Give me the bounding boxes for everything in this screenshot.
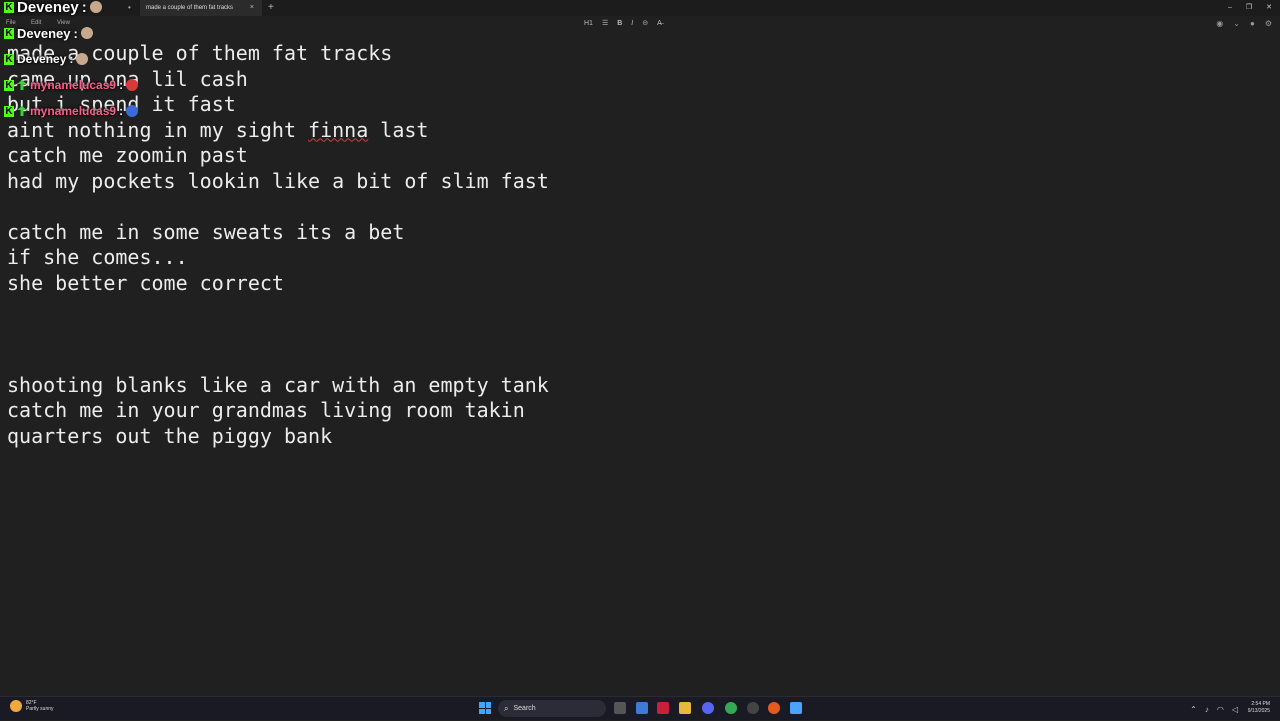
kick-icon: K (4, 27, 14, 39)
kick-icon: K (4, 53, 14, 65)
store-icon[interactable] (636, 702, 648, 714)
kick-icon: K (4, 105, 14, 117)
chat-message: K mynamelucas9 : (4, 74, 139, 96)
chat-message: K mynamelucas9 : (4, 100, 139, 122)
text-line-14: shooting blanks like a car with an empty… (7, 372, 549, 397)
text-line-15: catch me in your grandmas living room ta… (7, 398, 525, 422)
discord-icon[interactable] (702, 702, 714, 714)
text-line-11 (7, 296, 549, 322)
brave-icon[interactable] (768, 702, 780, 714)
wifi-icon[interactable]: ◠ (1217, 705, 1224, 714)
emote-icon (80, 27, 93, 39)
volume-icon[interactable]: ◁ (1232, 705, 1238, 714)
format-toolbar: H1 ☰ B I ⊝ A̶ (584, 16, 662, 32)
chat-username: mynamelucas9 (30, 78, 117, 92)
chat-username: Deveney (17, 25, 71, 41)
chat-colon: : (69, 52, 74, 66)
text-line-10: she better come correct (7, 270, 284, 295)
clock-time: 2:54 PM (1251, 701, 1270, 707)
tab-document[interactable]: made a couple of them fat tracks × (140, 0, 262, 16)
heading-button[interactable]: H1 (584, 16, 593, 32)
chat-username: Deveney (17, 52, 67, 66)
tab-close-icon[interactable]: × (250, 0, 254, 16)
list-icon[interactable]: ☰ (602, 16, 608, 32)
chat-message: K Deveney : (4, 48, 89, 70)
badge-icon (17, 106, 27, 116)
new-tab-button[interactable]: + (268, 0, 274, 16)
sun-icon (10, 700, 22, 712)
mic-icon[interactable]: ♪ (1205, 705, 1209, 714)
text-line-7 (7, 194, 549, 220)
clock-date: 9/13/2025 (1247, 708, 1270, 714)
close-window-button[interactable]: ✕ (1266, 0, 1272, 16)
chat-colon: : (119, 104, 124, 118)
chat-colon: : (119, 78, 124, 92)
bold-button[interactable]: B (617, 16, 622, 32)
text-line-5: catch me zoomin past (7, 143, 248, 167)
italic-button[interactable]: I (631, 16, 633, 32)
chat-colon: : (81, 0, 87, 16)
text-line-16: quarters out the piggy bank (7, 423, 333, 448)
windows-start-icon[interactable] (479, 702, 491, 714)
clear-format-icon[interactable]: A̶ (657, 16, 662, 32)
weather-desc: Partly sunny (26, 706, 54, 712)
obs-icon[interactable] (747, 702, 759, 714)
badge-icon (17, 80, 27, 90)
taskbar-search[interactable]: ⌕ Search (498, 700, 606, 717)
search-label: Search (513, 705, 536, 712)
minimize-button[interactable]: – (1228, 0, 1232, 16)
app-red-icon[interactable] (657, 702, 669, 714)
text-line-13 (7, 347, 549, 373)
chat-message: K Deveney : (4, 0, 102, 18)
search-icon: ⌕ (504, 703, 509, 713)
profile-icon[interactable]: ● (1250, 16, 1255, 32)
maximize-button[interactable]: ❐ (1246, 0, 1252, 16)
emote-icon (89, 1, 102, 13)
chevron-down-icon[interactable]: ⌄ (1233, 16, 1240, 32)
kick-icon: K (4, 1, 14, 13)
chrome-icon[interactable] (725, 702, 737, 714)
text-line-12 (7, 322, 549, 348)
text-line-9: if she comes... (7, 245, 188, 269)
task-view-icon[interactable] (614, 702, 626, 714)
kick-icon: K (4, 79, 14, 91)
settings-icon[interactable]: ⚙ (1265, 16, 1272, 32)
window-controls: – ❐ ✕ (1228, 0, 1272, 16)
tab-title: made a couple of them fat tracks (146, 5, 234, 11)
link-icon[interactable]: ⊝ (642, 16, 648, 32)
emote-icon (126, 105, 139, 117)
clock[interactable]: 2:54 PM 9/13/2025 (1248, 701, 1270, 715)
misspelled-word[interactable]: finna (308, 118, 368, 142)
system-tray: ⌃ ♪ ◠ ◁ (1190, 697, 1238, 721)
emote-icon (126, 79, 139, 91)
chevron-up-icon[interactable]: ⌃ (1190, 705, 1197, 714)
weather-widget[interactable]: 82°F Partly sunny (10, 700, 54, 712)
tab-indicator: • (128, 3, 131, 12)
text-line-6: had my pockets lookin like a bit of slim… (7, 168, 549, 193)
app-status-icons: ◉ ⌄ ● ⚙ (1216, 16, 1272, 32)
chat-message: K Deveney : (4, 22, 93, 44)
notepad-icon[interactable] (790, 702, 802, 714)
title-bar: • made a couple of them fat tracks × + –… (0, 0, 1280, 16)
file-explorer-icon[interactable] (679, 702, 691, 714)
chat-colon: : (73, 25, 78, 41)
taskbar: 82°F Partly sunny ⌕ Search ⌃ ♪ ◠ ◁ 2:54 … (0, 696, 1280, 720)
chat-username: Deveney (17, 0, 79, 16)
copilot-icon[interactable]: ◉ (1216, 16, 1223, 32)
text-line-8: catch me in some sweats its a bet (7, 219, 405, 244)
chat-username: mynamelucas9 (30, 104, 117, 118)
emote-icon (76, 53, 89, 65)
